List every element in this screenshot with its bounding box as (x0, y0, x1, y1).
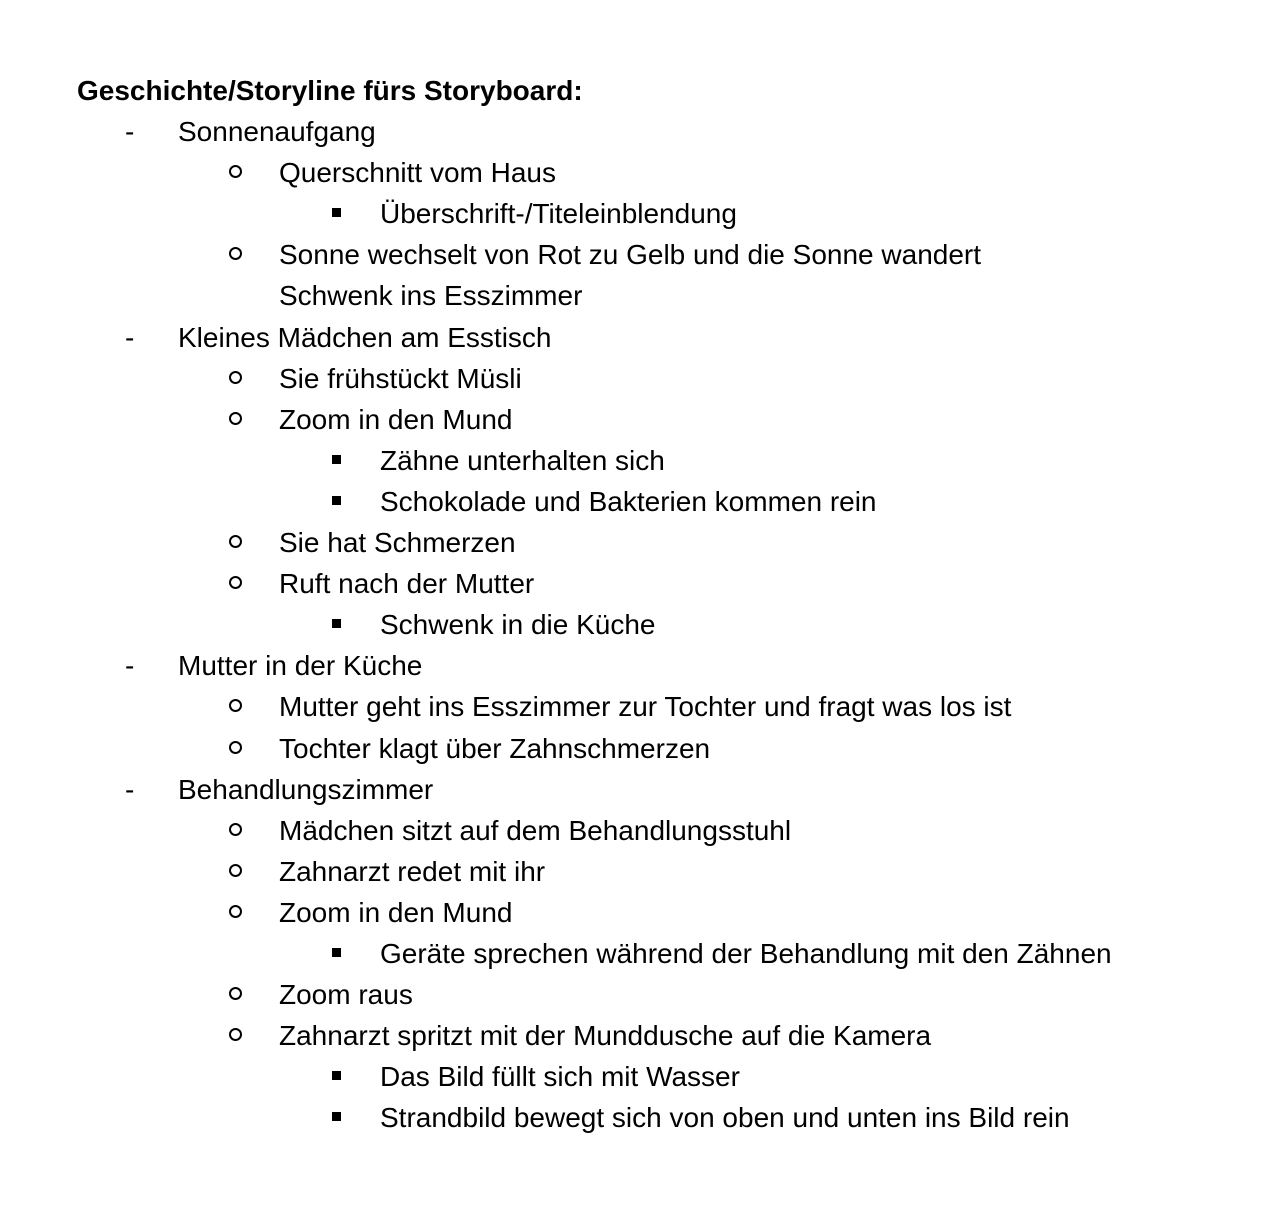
list-item-text: Mutter geht ins Esszimmer zur Tochter un… (279, 691, 1012, 722)
list-item-level-2: Zoom in den Mund (0, 399, 1286, 440)
list-item-level-2: Querschnitt vom Haus (0, 152, 1286, 193)
list-item-level-2: Sie hat Schmerzen (0, 522, 1286, 563)
circle-bullet-icon (229, 987, 242, 1000)
list-item-level-3: Schokolade und Bakterien kommen rein (0, 481, 1286, 522)
list-item-level-2: Zahnarzt spritzt mit der Munddusche auf … (0, 1015, 1286, 1056)
square-bullet-icon (332, 496, 341, 505)
list-item-text: Schwenk in die Küche (380, 609, 656, 640)
list-item-continuation: Schwenk ins Esszimmer (0, 275, 1286, 316)
circle-bullet-icon (229, 741, 242, 754)
dash-bullet: - (125, 650, 135, 681)
circle-bullet-icon (229, 165, 242, 178)
list-item-level-3: Überschrift-/Titeleinblendung (0, 193, 1286, 234)
document-page: Geschichte/Storyline fürs Storyboard: - S… (0, 0, 1286, 1216)
list-item-text: Geräte sprechen während der Behandlung m… (380, 938, 1112, 969)
list-item-text: Behandlungszimmer (178, 774, 434, 805)
list-item-level-1: - Kleines Mädchen am Esstisch (0, 317, 1286, 358)
list-item-text: Schwenk ins Esszimmer (279, 280, 583, 311)
square-bullet-icon (332, 1071, 341, 1080)
list-item-text: Zahnarzt redet mit ihr (279, 856, 546, 887)
list-item-level-3: Zähne unterhalten sich (0, 440, 1286, 481)
circle-bullet-icon (229, 576, 242, 589)
list-item-level-2: Zahnarzt redet mit ihr (0, 851, 1286, 892)
list-item-level-2: Mutter geht ins Esszimmer zur Tochter un… (0, 686, 1286, 727)
circle-bullet-icon (229, 535, 242, 548)
list-item-text: Mädchen sitzt auf dem Behandlungsstuhl (279, 815, 792, 846)
dash-bullet: - (125, 322, 135, 353)
square-bullet-icon (332, 455, 341, 464)
list-item-text: Zoom in den Mund (279, 404, 513, 435)
list-item-level-2: Sie frühstückt Müsli (0, 358, 1286, 399)
list-item-text: Mutter in der Küche (178, 650, 423, 681)
list-item-level-2: Tochter klagt über Zahnschmerzen (0, 728, 1286, 769)
list-item-level-3: Geräte sprechen während der Behandlung m… (0, 933, 1286, 974)
list-item-text: Tochter klagt über Zahnschmerzen (279, 733, 711, 764)
list-item-level-2: Ruft nach der Mutter (0, 563, 1286, 604)
circle-bullet-icon (229, 699, 242, 712)
dash-bullet: - (125, 774, 135, 805)
list-item-text: Zoom in den Mund (279, 897, 513, 928)
list-item-text: Kleines Mädchen am Esstisch (178, 322, 552, 353)
dash-bullet: - (125, 116, 135, 147)
list-item-level-2: Mädchen sitzt auf dem Behandlungsstuhl (0, 810, 1286, 851)
list-item-text: Sie frühstückt Müsli (279, 363, 522, 394)
list-item-level-1: - Sonnenaufgang (0, 111, 1286, 152)
circle-bullet-icon (229, 247, 242, 260)
list-item-text: Sonnenaufgang (178, 116, 376, 147)
circle-bullet-icon (229, 823, 242, 836)
list-item-text: Strandbild bewegt sich von oben und unte… (380, 1102, 1070, 1133)
square-bullet-icon (332, 619, 341, 628)
list-item-text: Ruft nach der Mutter (279, 568, 535, 599)
square-bullet-icon (332, 948, 341, 957)
list-item-level-3: Strandbild bewegt sich von oben und unte… (0, 1097, 1286, 1138)
list-item-text: Das Bild füllt sich mit Wasser (380, 1061, 740, 1092)
list-item-text: Zähne unterhalten sich (380, 445, 665, 476)
list-item-text: Schokolade und Bakterien kommen rein (380, 486, 877, 517)
list-item-text: Sie hat Schmerzen (279, 527, 516, 558)
list-item-text: Zoom raus (279, 979, 413, 1010)
list-item-level-2: Zoom in den Mund (0, 892, 1286, 933)
list-item-text: Sonne wechselt von Rot zu Gelb und die S… (279, 239, 982, 270)
list-item-level-1: - Mutter in der Küche (0, 645, 1286, 686)
list-item-level-3: Schwenk in die Küche (0, 604, 1286, 645)
circle-bullet-icon (229, 905, 242, 918)
list-item-level-3: Das Bild füllt sich mit Wasser (0, 1056, 1286, 1097)
list-item-level-2: Sonne wechselt von Rot zu Gelb und die S… (0, 234, 1286, 275)
document-title: Geschichte/Storyline fürs Storyboard: (77, 75, 583, 106)
list-item-text: Überschrift-/Titeleinblendung (380, 198, 737, 229)
circle-bullet-icon (229, 412, 242, 425)
circle-bullet-icon (229, 1028, 242, 1041)
square-bullet-icon (332, 208, 341, 217)
list-item-level-2: Zoom raus (0, 974, 1286, 1015)
list-item-level-1: - Behandlungszimmer (0, 769, 1286, 810)
circle-bullet-icon (229, 371, 242, 384)
list-item-text: Querschnitt vom Haus (279, 157, 556, 188)
list-item-text: Zahnarzt spritzt mit der Munddusche auf … (279, 1020, 932, 1051)
circle-bullet-icon (229, 864, 242, 877)
square-bullet-icon (332, 1112, 341, 1121)
